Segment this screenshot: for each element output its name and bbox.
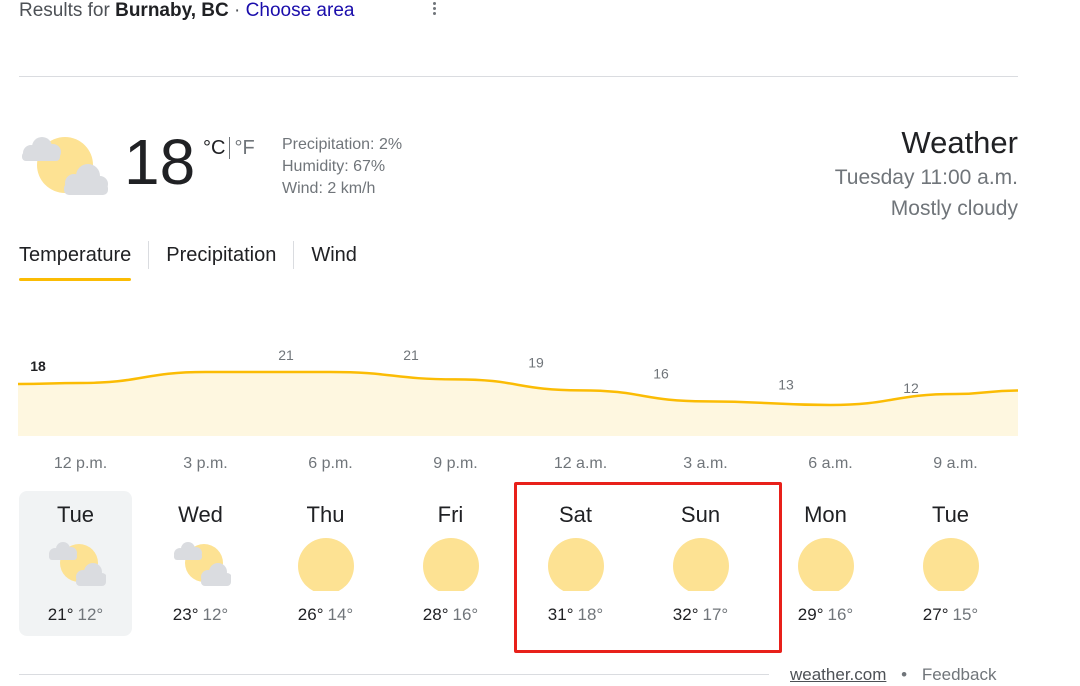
temperature-value-label: 12	[903, 380, 919, 396]
results-prefix: Results for	[19, 0, 110, 21]
sun-icon	[421, 537, 481, 594]
temperature-value-label: 18	[30, 358, 46, 374]
hour-label: 9 a.m.	[933, 455, 978, 472]
tab-divider	[293, 241, 295, 269]
high-temp: 21°	[47, 605, 74, 624]
precipitation-value: Precipitation: 2%	[282, 136, 403, 153]
sun-icon	[921, 537, 981, 594]
high-temp: 23°	[172, 605, 199, 624]
day-card-tue[interactable]: Tue 27° 15°	[894, 491, 1007, 636]
day-temps: 27° 15°	[894, 605, 1007, 625]
more-options-icon[interactable]	[424, 0, 444, 20]
temperature-value-label: 21	[403, 347, 419, 363]
low-temp: 12°	[202, 605, 229, 624]
footer: weather.com • Feedback	[790, 665, 996, 685]
hour-label: 9 p.m.	[433, 455, 478, 472]
day-card-fri[interactable]: Fri 28° 16°	[394, 491, 507, 636]
low-temp: 15°	[952, 605, 979, 624]
source-link[interactable]: weather.com	[790, 665, 886, 684]
unit-toggle: °C °F	[203, 137, 255, 160]
partly-cloudy-icon	[46, 537, 107, 591]
day-name: Tue	[931, 502, 970, 527]
day-name: Thu	[306, 502, 345, 527]
low-temp: 16°	[827, 605, 854, 624]
day-temps: 26° 14°	[269, 605, 382, 625]
high-temp: 29°	[797, 605, 824, 624]
partly-cloudy-icon	[18, 133, 110, 203]
temperature-chart: 1821211916131215	[18, 347, 1018, 436]
temperature-value-label: 13	[778, 376, 794, 392]
hour-label: 12 a.m.	[553, 455, 608, 472]
hour-labels: 12 p.m. 3 p.m. 6 p.m. 9 p.m. 12 a.m. 3 a.m. 6 …	[18, 455, 1018, 479]
high-temp: 28°	[422, 605, 449, 624]
temperature-value-label: 21	[278, 347, 294, 363]
location-name: Burnaby, BC	[115, 0, 229, 21]
highlight-box	[514, 482, 782, 653]
day-name: Fri	[437, 502, 464, 527]
weather-title-block: Weather Tuesday 11:00 a.m. Mostly cloudy	[835, 124, 1018, 224]
tab-precipitation[interactable]: Precipitation	[166, 241, 276, 281]
hour-label: 6 p.m.	[308, 455, 353, 472]
footer-dot: •	[901, 665, 908, 684]
low-temp: 12°	[77, 605, 104, 624]
footer-divider	[19, 674, 769, 675]
tab-wind[interactable]: Wind	[311, 241, 357, 281]
day-card-thu[interactable]: Thu 26° 14°	[269, 491, 382, 636]
tab-temperature[interactable]: Temperature	[19, 241, 132, 281]
partly-cloudy-icon	[171, 537, 232, 591]
weather-time: Tuesday 11:00 a.m.	[834, 166, 1018, 189]
humidity-value: Humidity: 67%	[282, 158, 386, 175]
hour-label: 12 p.m.	[53, 455, 108, 472]
unit-divider	[229, 137, 231, 159]
temperature-value-label: 19	[528, 354, 544, 370]
hour-label: 6 a.m.	[808, 455, 853, 472]
day-temps: 29° 16°	[769, 605, 882, 625]
day-card-wed[interactable]: Wed 23° 12°	[144, 491, 257, 636]
day-name: Wed	[178, 502, 223, 527]
high-temp: 27°	[922, 605, 949, 624]
sun-icon	[796, 537, 856, 594]
current-temperature: 18	[124, 126, 196, 198]
day-temps: 21° 12°	[19, 605, 132, 625]
day-card-mon[interactable]: Mon 29° 16°	[769, 491, 882, 636]
feedback-link[interactable]: Feedback	[922, 665, 997, 684]
high-temp: 26°	[297, 605, 324, 624]
hour-label: 3 a.m.	[683, 455, 728, 472]
results-header: Results for Burnaby, BC · Choose area	[19, 0, 354, 22]
weather-title: Weather	[901, 125, 1018, 160]
day-temps: 23° 12°	[144, 605, 257, 625]
sun-icon	[296, 537, 356, 594]
tab-divider	[148, 241, 150, 269]
fahrenheit-unit[interactable]: °F	[234, 137, 254, 159]
temperature-value-label: 16	[653, 365, 669, 381]
day-card-tue[interactable]: Tue 21° 12°	[19, 491, 132, 636]
weather-details: Precipitation: 2% Humidity: 67% Wind: 2 …	[282, 134, 402, 200]
chart-tabs: Temperature Precipitation Wind	[19, 241, 357, 283]
wind-value: Wind: 2 km/h	[282, 180, 376, 197]
weather-condition: Mostly cloudy	[890, 197, 1018, 220]
day-name: Mon	[804, 502, 847, 527]
hour-label: 3 p.m.	[183, 455, 228, 472]
day-temps: 28° 16°	[394, 605, 507, 625]
day-name: Tue	[56, 502, 95, 527]
celsius-unit[interactable]: °C	[203, 137, 225, 159]
choose-area-link[interactable]: Choose area	[246, 0, 355, 21]
low-temp: 16°	[452, 605, 479, 624]
divider	[19, 76, 1018, 77]
results-separator: ·	[234, 0, 241, 21]
low-temp: 14°	[327, 605, 354, 624]
